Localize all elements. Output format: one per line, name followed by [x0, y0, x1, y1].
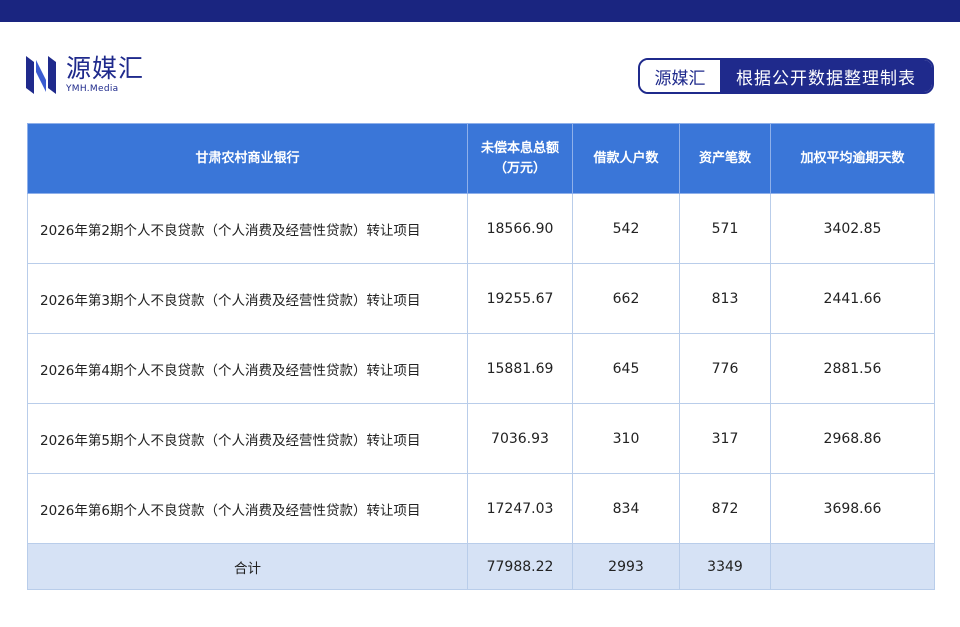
- asset-count-cell: 776: [679, 333, 771, 404]
- total-assets-cell: 3349: [679, 543, 771, 590]
- outstanding-amount-cell: 17247.03: [467, 473, 573, 544]
- borrower-count-cell: 645: [572, 333, 680, 404]
- table-row: 2026年第6期个人不良贷款（个人消费及经营性贷款）转让项目 17247.03 …: [27, 473, 935, 544]
- column-header: 资产笔数: [679, 123, 771, 194]
- borrower-count-cell: 542: [572, 193, 680, 264]
- table-row: 2026年第5期个人不良贷款（个人消费及经营性贷款）转让项目 7036.93 3…: [27, 403, 935, 474]
- project-name-cell: 2026年第5期个人不良贷款（个人消费及经营性贷款）转让项目: [27, 403, 468, 474]
- borrower-count-cell: 310: [572, 403, 680, 474]
- total-amount-cell: 77988.22: [467, 543, 573, 590]
- asset-count-cell: 317: [679, 403, 771, 474]
- project-name-cell: 2026年第3期个人不良贷款（个人消费及经营性贷款）转让项目: [27, 263, 468, 334]
- borrower-count-cell: 834: [572, 473, 680, 544]
- overdue-days-cell: 2881.56: [770, 333, 935, 404]
- outstanding-amount-cell: 7036.93: [467, 403, 573, 474]
- total-row: 合计 77988.22 2993 3349: [27, 543, 935, 590]
- outstanding-amount-cell: 15881.69: [467, 333, 573, 404]
- outstanding-amount-cell: 18566.90: [467, 193, 573, 264]
- table-row: 2026年第3期个人不良贷款（个人消费及经营性贷款）转让项目 19255.67 …: [27, 263, 935, 334]
- outstanding-amount-cell: 19255.67: [467, 263, 573, 334]
- overdue-days-cell: 2441.66: [770, 263, 935, 334]
- column-header: 未偿本息总额（万元）: [467, 123, 573, 194]
- logo-name: 源媒汇: [66, 54, 145, 83]
- project-name-cell: 2026年第2期个人不良贷款（个人消费及经营性贷款）转让项目: [27, 193, 468, 264]
- project-name-cell: 2026年第6期个人不良贷款（个人消费及经营性贷款）转让项目: [27, 473, 468, 544]
- overdue-days-cell: 2968.86: [770, 403, 935, 474]
- project-name-cell: 2026年第4期个人不良贷款（个人消费及经营性贷款）转让项目: [27, 333, 468, 404]
- borrower-count-cell: 662: [572, 263, 680, 334]
- asset-count-cell: 571: [679, 193, 771, 264]
- brand-logo: 源媒汇 YMH.Media: [24, 52, 144, 98]
- column-header: 借款人户数: [572, 123, 680, 194]
- table-row: 2026年第4期个人不良贷款（个人消费及经营性贷款）转让项目 15881.69 …: [27, 333, 935, 404]
- table-row: 2026年第2期个人不良贷款（个人消费及经营性贷款）转让项目 18566.90 …: [27, 193, 935, 264]
- total-borrowers-cell: 2993: [572, 543, 680, 590]
- asset-count-cell: 813: [679, 263, 771, 334]
- data-table: 甘肃农村商业银行 未偿本息总额（万元） 借款人户数 资产笔数 加权平均逾期天数 …: [27, 123, 935, 590]
- column-header: 加权平均逾期天数: [770, 123, 935, 194]
- total-label-cell: 合计: [27, 543, 468, 590]
- total-overdue-days-cell: [770, 543, 935, 590]
- logo-mark-icon: [26, 56, 56, 94]
- overdue-days-cell: 3402.85: [770, 193, 935, 264]
- top-bar: [0, 0, 960, 22]
- table-header-row: 甘肃农村商业银行 未偿本息总额（万元） 借款人户数 资产笔数 加权平均逾期天数: [27, 123, 935, 194]
- asset-count-cell: 872: [679, 473, 771, 544]
- column-header: 甘肃农村商业银行: [27, 123, 468, 194]
- source-tag: 源媒汇 根据公开数据整理制表: [638, 58, 934, 94]
- logo-subtitle: YMH.Media: [66, 84, 119, 94]
- source-description: 根据公开数据整理制表: [720, 60, 932, 92]
- overdue-days-cell: 3698.66: [770, 473, 935, 544]
- source-brand: 源媒汇: [640, 60, 720, 92]
